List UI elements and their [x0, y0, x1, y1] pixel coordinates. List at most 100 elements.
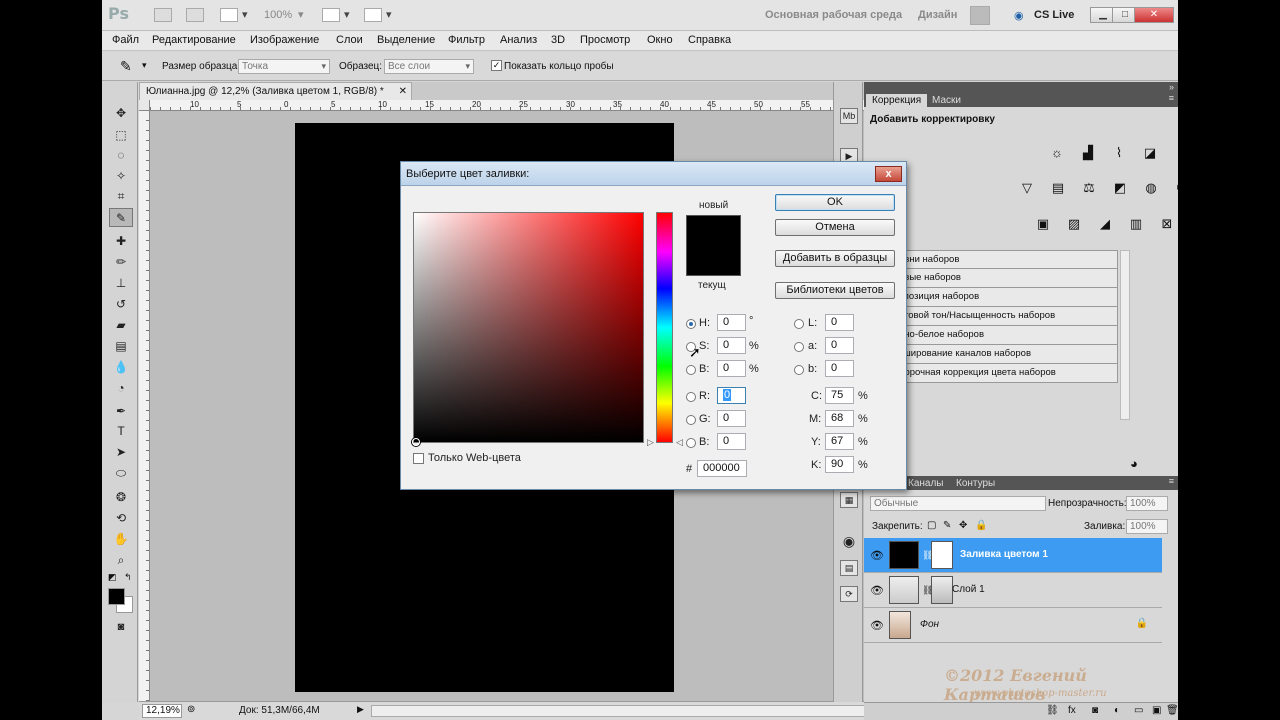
lock-all-icon[interactable]: 🔒	[975, 520, 987, 531]
lock-position-icon[interactable]: ✥	[959, 520, 967, 531]
close-icon[interactable]: ✕	[399, 83, 407, 100]
preset-item[interactable]: рно-белое наборов	[894, 326, 1118, 345]
dodge-tool-icon[interactable]: ◔	[109, 379, 133, 398]
foreground-color-swatch[interactable]	[108, 588, 125, 605]
red-field[interactable]: 0	[717, 387, 746, 404]
lock-transparency-icon[interactable]: ▢	[927, 520, 936, 531]
radio-lab-b[interactable]	[794, 365, 804, 375]
3d-orbit-tool-icon[interactable]: ⟲	[109, 509, 133, 528]
layer-comps-icon[interactable]: ▦	[840, 492, 858, 508]
sample-select[interactable]: Все слои	[384, 59, 474, 74]
menu-file[interactable]: Файл	[112, 34, 139, 46]
tab-masks[interactable]: Маски	[926, 94, 967, 107]
current-color-swatch[interactable]	[686, 245, 741, 276]
menu-3d[interactable]: 3D	[551, 34, 565, 46]
blur-tool-icon[interactable]: 💧	[109, 358, 133, 377]
close-button[interactable]: ✕	[1134, 7, 1174, 23]
yellow-field[interactable]: 67	[825, 433, 854, 450]
chevron-down-icon[interactable]: ▾	[298, 6, 304, 24]
levels-icon[interactable]: ▟	[1077, 144, 1099, 162]
ok-button[interactable]: OK	[775, 194, 895, 211]
invert-icon[interactable]: ▣	[1032, 215, 1054, 233]
brightness-field[interactable]: 0	[717, 360, 746, 377]
workspace-more-icon[interactable]	[970, 6, 990, 25]
black-white-icon[interactable]: ◩	[1109, 179, 1131, 197]
ruler-origin[interactable]	[139, 100, 150, 111]
fill-field[interactable]: 100%	[1126, 519, 1168, 534]
radio-hue[interactable]	[686, 319, 696, 329]
menu-layers[interactable]: Слои	[336, 34, 363, 46]
menu-view[interactable]: Просмотр	[580, 34, 630, 46]
zoom-level[interactable]: 100%	[264, 6, 292, 24]
document-tab[interactable]: Юлианна.jpg @ 12,2% (Заливка цветом 1, R…	[139, 82, 412, 100]
path-select-tool-icon[interactable]: ➤	[109, 443, 133, 462]
black-field[interactable]: 90	[825, 456, 854, 473]
lab-a-field[interactable]: 0	[825, 337, 854, 354]
preset-item[interactable]: ивые наборов	[894, 269, 1118, 288]
ruler-horizontal[interactable]: 10505101520253035404550556065	[150, 100, 932, 111]
eyedropper-icon[interactable]: ✎	[120, 58, 132, 75]
layer-name[interactable]: Слой 1	[952, 584, 985, 595]
chevron-down-icon[interactable]: ▾	[242, 6, 248, 24]
fx-icon[interactable]: fx	[1068, 705, 1076, 716]
radio-brightness[interactable]	[686, 365, 696, 375]
minibridge-icon[interactable]	[186, 8, 204, 22]
move-tool-icon[interactable]: ✥	[109, 104, 133, 123]
tab-channels[interactable]: Каналы	[902, 477, 950, 490]
status-menu-icon[interactable]: ⊚	[187, 704, 195, 715]
chevron-down-icon[interactable]: ▾	[142, 60, 147, 71]
tab-paths[interactable]: Контуры	[950, 477, 1001, 490]
gradient-tool-icon[interactable]: ▤	[109, 337, 133, 356]
sample-size-select[interactable]: Точка	[238, 59, 330, 74]
saturation-field[interactable]: 0	[717, 337, 746, 354]
cyan-field[interactable]: 75	[825, 387, 854, 404]
screen-mode-icon[interactable]	[364, 8, 382, 22]
preset-item[interactable]: овни наборов	[894, 250, 1118, 269]
magenta-field[interactable]: 68	[825, 410, 854, 427]
presets-scrollbar[interactable]	[1120, 250, 1130, 420]
adjustment-layer-icon[interactable]: ◐	[1114, 705, 1120, 716]
selective-color-icon[interactable]: ⊠	[1156, 215, 1178, 233]
marquee-tool-icon[interactable]: ⬚	[109, 126, 133, 145]
panel-menu-icon[interactable]: ≡	[1169, 476, 1174, 486]
hue-saturation-icon[interactable]: ▤	[1047, 179, 1069, 197]
layer-mask-thumbnail[interactable]	[931, 576, 953, 604]
new-layer-icon[interactable]: ▣	[1152, 705, 1161, 716]
preset-item[interactable]: кширование каналов наборов	[894, 345, 1118, 364]
panel-menu-icon[interactable]: ≡	[1169, 93, 1174, 103]
menu-edit[interactable]: Редактирование	[152, 34, 236, 46]
radio-green[interactable]	[686, 415, 696, 425]
radio-lab-a[interactable]	[794, 342, 804, 352]
chevron-down-icon[interactable]: ▾	[344, 6, 350, 24]
gradient-map-icon[interactable]: ▥	[1125, 215, 1147, 233]
lab-b-field[interactable]: 0	[825, 360, 854, 377]
cs-live[interactable]: CS Live	[1034, 9, 1074, 21]
default-colors-icon[interactable]: ◩	[108, 572, 117, 583]
dialog-close-button[interactable]: x	[875, 166, 902, 182]
eye-icon[interactable]: 👁	[870, 619, 884, 632]
pen-tool-icon[interactable]: ✒	[109, 402, 133, 421]
ruler-vertical[interactable]	[139, 111, 150, 701]
brightness-icon[interactable]: ☼	[1046, 144, 1068, 162]
photo-filter-icon[interactable]: ◍	[1140, 179, 1162, 197]
hue-field[interactable]: 0	[717, 314, 746, 331]
3d-rotate-tool-icon[interactable]: ❂	[109, 488, 133, 507]
layer-mask-thumbnail[interactable]	[931, 541, 953, 569]
minibridge-panel-icon[interactable]: Mb	[840, 108, 858, 124]
radio-blue[interactable]	[686, 438, 696, 448]
menu-filter[interactable]: Фильтр	[448, 34, 485, 46]
color-field-marker[interactable]	[412, 438, 420, 446]
horizontal-scrollbar[interactable]	[371, 705, 921, 717]
layer-name[interactable]: Фон	[920, 619, 939, 630]
eyedropper-tool-icon[interactable]: ✎	[109, 208, 133, 227]
eye-icon[interactable]: 👁	[870, 549, 884, 562]
channel-mixer-icon[interactable]: ❂	[1171, 179, 1178, 197]
styles-panel-icon[interactable]: ◉	[840, 534, 858, 550]
color-balance-icon[interactable]: ⚖	[1078, 179, 1100, 197]
history-panel-icon[interactable]: ⟳	[840, 586, 858, 602]
green-field[interactable]: 0	[717, 410, 746, 427]
preset-item[interactable]: спозиция наборов	[894, 288, 1118, 307]
hex-field[interactable]: 000000	[697, 460, 747, 477]
quick-select-tool-icon[interactable]: ✧	[109, 167, 133, 186]
layer-row[interactable]: 👁 ⛓ Слой 1	[864, 573, 1162, 608]
